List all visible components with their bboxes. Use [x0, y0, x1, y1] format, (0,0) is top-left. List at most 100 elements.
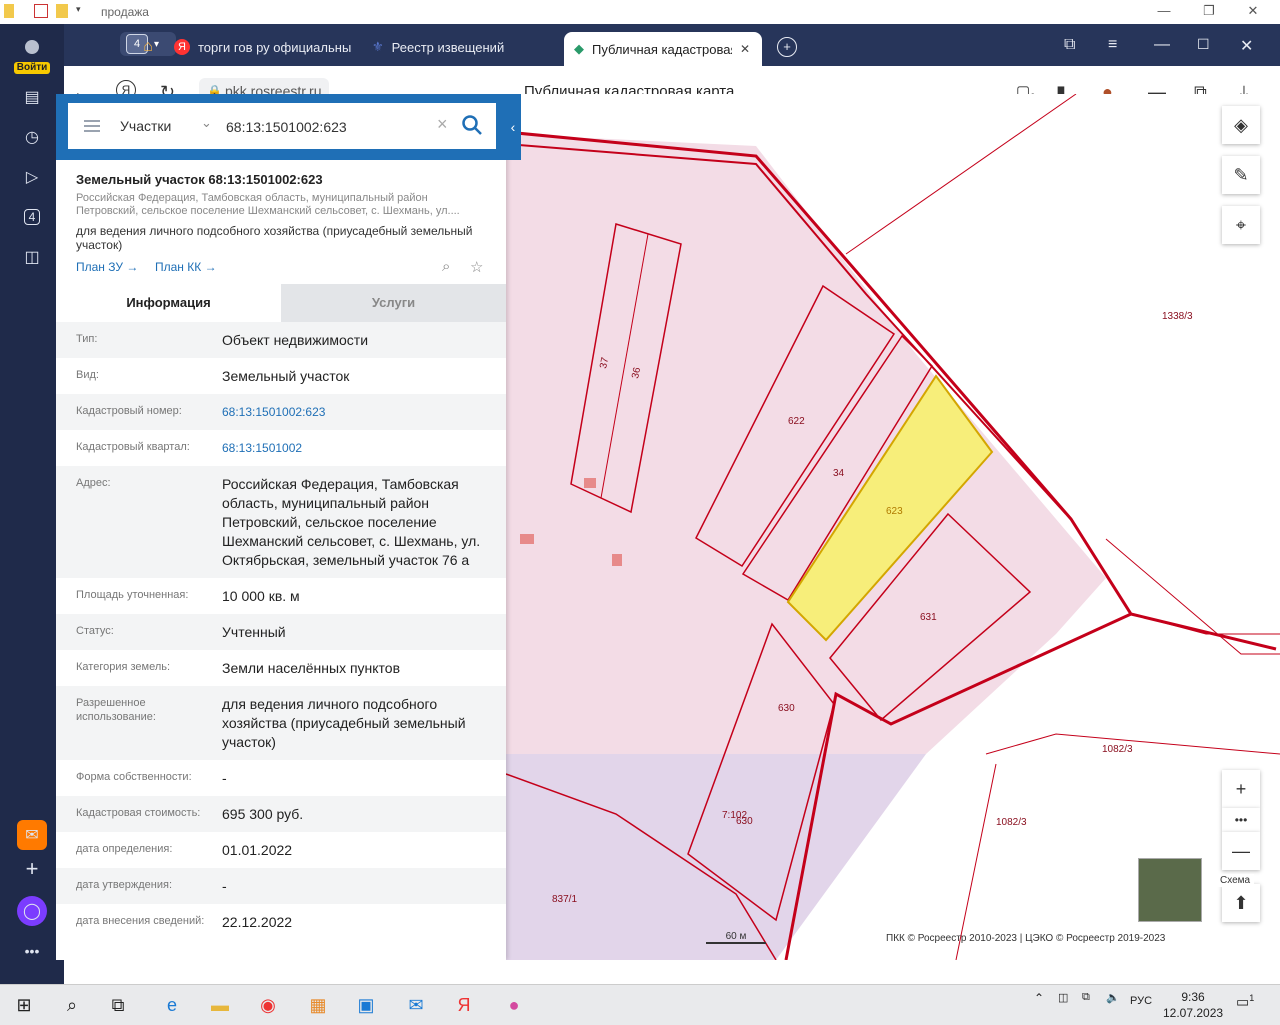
parcel-label: 1338/3	[1162, 311, 1193, 322]
bookmarks-icon[interactable]: ⧉	[1064, 36, 1075, 54]
menu-icon[interactable]	[84, 120, 100, 132]
more-icon[interactable]: •••	[17, 936, 47, 966]
attribute-row: Площадь уточненная: 10 000 кв. м	[56, 578, 506, 614]
zoom-more-button[interactable]: •••	[1222, 808, 1260, 832]
scale-bar: 60 м	[706, 931, 766, 944]
close-icon[interactable]: ✕	[1244, 3, 1262, 19]
plan-kk-link[interactable]: План КК →	[155, 260, 217, 274]
tray-expand-icon[interactable]: ⌃	[1034, 991, 1044, 1005]
clear-icon[interactable]: ×	[437, 114, 448, 135]
attribute-row: Категория земель: Земли населённых пункто…	[56, 650, 506, 686]
screenshot-icon[interactable]: ◫	[17, 242, 47, 272]
parcel-label: 631	[920, 612, 937, 623]
minimize-icon[interactable]: —	[1154, 36, 1170, 54]
close-tab-icon[interactable]: ✕	[740, 42, 750, 56]
plus-icon: +	[777, 37, 797, 57]
start-icon[interactable]: ⊞	[10, 991, 38, 1019]
plan-zu-link[interactable]: План ЗУ →	[76, 260, 138, 274]
parcel-label: 623	[886, 506, 903, 517]
attribute-row: Тип: Объект недвижимости	[56, 322, 506, 358]
history-icon[interactable]: ◷	[17, 122, 47, 152]
yandex-icon: Я	[174, 39, 190, 55]
parcel-label: 630	[778, 703, 795, 714]
star-icon[interactable]: ☆	[470, 258, 483, 276]
browser-sidebar: Войти ▤ ◷ ▷ 4 ◫ ✉ + ◯ •••	[0, 24, 64, 984]
play-icon[interactable]: ▷	[17, 162, 47, 192]
device-icon[interactable]: ⧉	[1082, 991, 1090, 1004]
attribute-value: для ведения личного подсобного хозяйства…	[222, 696, 466, 750]
basemap-label[interactable]: Схема	[1216, 874, 1255, 887]
task-view-icon[interactable]: ⧉	[104, 991, 132, 1019]
building	[520, 534, 534, 544]
attribute-label: дата внесения сведений:	[76, 915, 205, 927]
search-icon[interactable]	[460, 113, 484, 137]
compass-button[interactable]: ⬆	[1222, 884, 1260, 922]
layers-button[interactable]: ◈	[1222, 106, 1260, 144]
maximize-icon[interactable]: ☐	[1197, 36, 1210, 53]
clock[interactable]: 9:36 12.07.2023	[1163, 989, 1223, 1021]
zoom-in-button[interactable]: +	[1222, 770, 1260, 808]
collapse-panel-icon[interactable]: ‹	[505, 114, 521, 140]
tab-torgi[interactable]: Я торги гов ру официальны	[174, 32, 354, 62]
store-icon[interactable]: ▣	[352, 991, 380, 1019]
volume-icon[interactable]: 🔈	[1106, 991, 1120, 1004]
tab-information[interactable]: Информация	[56, 284, 281, 322]
mail-icon[interactable]: ✉	[17, 820, 47, 850]
mail-icon[interactable]: ✉	[402, 991, 430, 1019]
language-indicator[interactable]: РУС	[1130, 995, 1152, 1007]
yandex-browser-icon[interactable]: Я	[450, 991, 478, 1019]
attribute-value: 01.01.2022	[222, 842, 293, 858]
attribution: ПКК © Росреестр 2010-2023 | ЦЭКО © Росре…	[886, 933, 1166, 944]
login-label: Войти	[14, 62, 50, 74]
properties-icon[interactable]	[34, 4, 48, 18]
parcel-label: 7:102	[722, 810, 747, 821]
search-icon[interactable]: ⌕	[58, 991, 86, 1019]
tab-services[interactable]: Услуги	[281, 284, 506, 322]
app-icon[interactable]: ●	[500, 991, 528, 1019]
attribute-link[interactable]: 68:13:1501002:623	[222, 403, 494, 422]
attribute-value: 22.12.2022	[222, 914, 293, 930]
search-type-select[interactable]: Участки	[120, 118, 171, 134]
folder-icon	[4, 4, 14, 18]
notifications-icon[interactable]: ▭1	[1236, 993, 1254, 1011]
close-window-icon[interactable]: ✕	[1240, 36, 1253, 56]
file-explorer-icon[interactable]: ▬	[206, 991, 234, 1019]
attribute-value: Учтенный	[222, 624, 286, 640]
more-icon: •••	[1234, 813, 1248, 827]
office-icon[interactable]: ▦	[304, 991, 332, 1019]
locate-button[interactable]: ⌖	[1222, 206, 1260, 244]
tabs-counter-icon[interactable]: 4	[17, 202, 47, 232]
scale-label: 60 м	[706, 931, 766, 944]
tab-reestr[interactable]: ⚜ Реестр извещений	[372, 32, 552, 62]
chrome-icon[interactable]: ◉	[254, 991, 282, 1019]
menu-icon[interactable]: ≡	[1108, 36, 1117, 54]
attribute-value: -	[222, 878, 227, 894]
measure-button[interactable]: ✎	[1222, 156, 1260, 194]
zoom-out-button[interactable]: —	[1222, 832, 1260, 870]
add-icon[interactable]: +	[17, 854, 47, 884]
alice-icon[interactable]: ◯	[17, 896, 47, 926]
new-tab-button[interactable]: +	[774, 32, 800, 62]
search-input[interactable]	[224, 114, 428, 140]
restore-icon[interactable]: ❐	[1200, 3, 1218, 19]
network-icon[interactable]: ◫	[1058, 991, 1068, 1004]
home-tab[interactable]: ⌂	[134, 32, 162, 62]
login-button[interactable]: Войти	[14, 38, 50, 74]
minimize-icon[interactable]: —	[1155, 3, 1173, 18]
dropdown-icon[interactable]: ▾	[76, 4, 90, 18]
basemap-thumbnail[interactable]	[1138, 858, 1202, 922]
view-details-icon[interactable]: ⌕	[442, 258, 450, 275]
attribute-row: Адрес: Российская Федерация, Тамбовская о…	[56, 466, 506, 578]
new-folder-icon[interactable]	[56, 4, 68, 18]
tab-label: торги гов ру официальны	[198, 39, 352, 55]
attribute-row: Разрешенное использование: для ведения ли…	[56, 686, 506, 760]
tab-label: Публичная кадастровая	[592, 41, 732, 57]
attribute-link[interactable]: 68:13:1501002	[222, 439, 494, 458]
tab-pkk[interactable]: ◆ Публичная кадастровая ✕	[564, 32, 762, 66]
chevron-down-icon[interactable]: ⌄	[201, 115, 212, 131]
collections-icon[interactable]: ▤	[17, 82, 47, 112]
ie-icon[interactable]: e	[158, 991, 186, 1019]
attribute-row: дата утверждения: -	[56, 868, 506, 904]
explorer-title-strip: ▾ продажа — ❐ ✕	[0, 0, 1280, 25]
window-title: продажа	[101, 5, 149, 19]
